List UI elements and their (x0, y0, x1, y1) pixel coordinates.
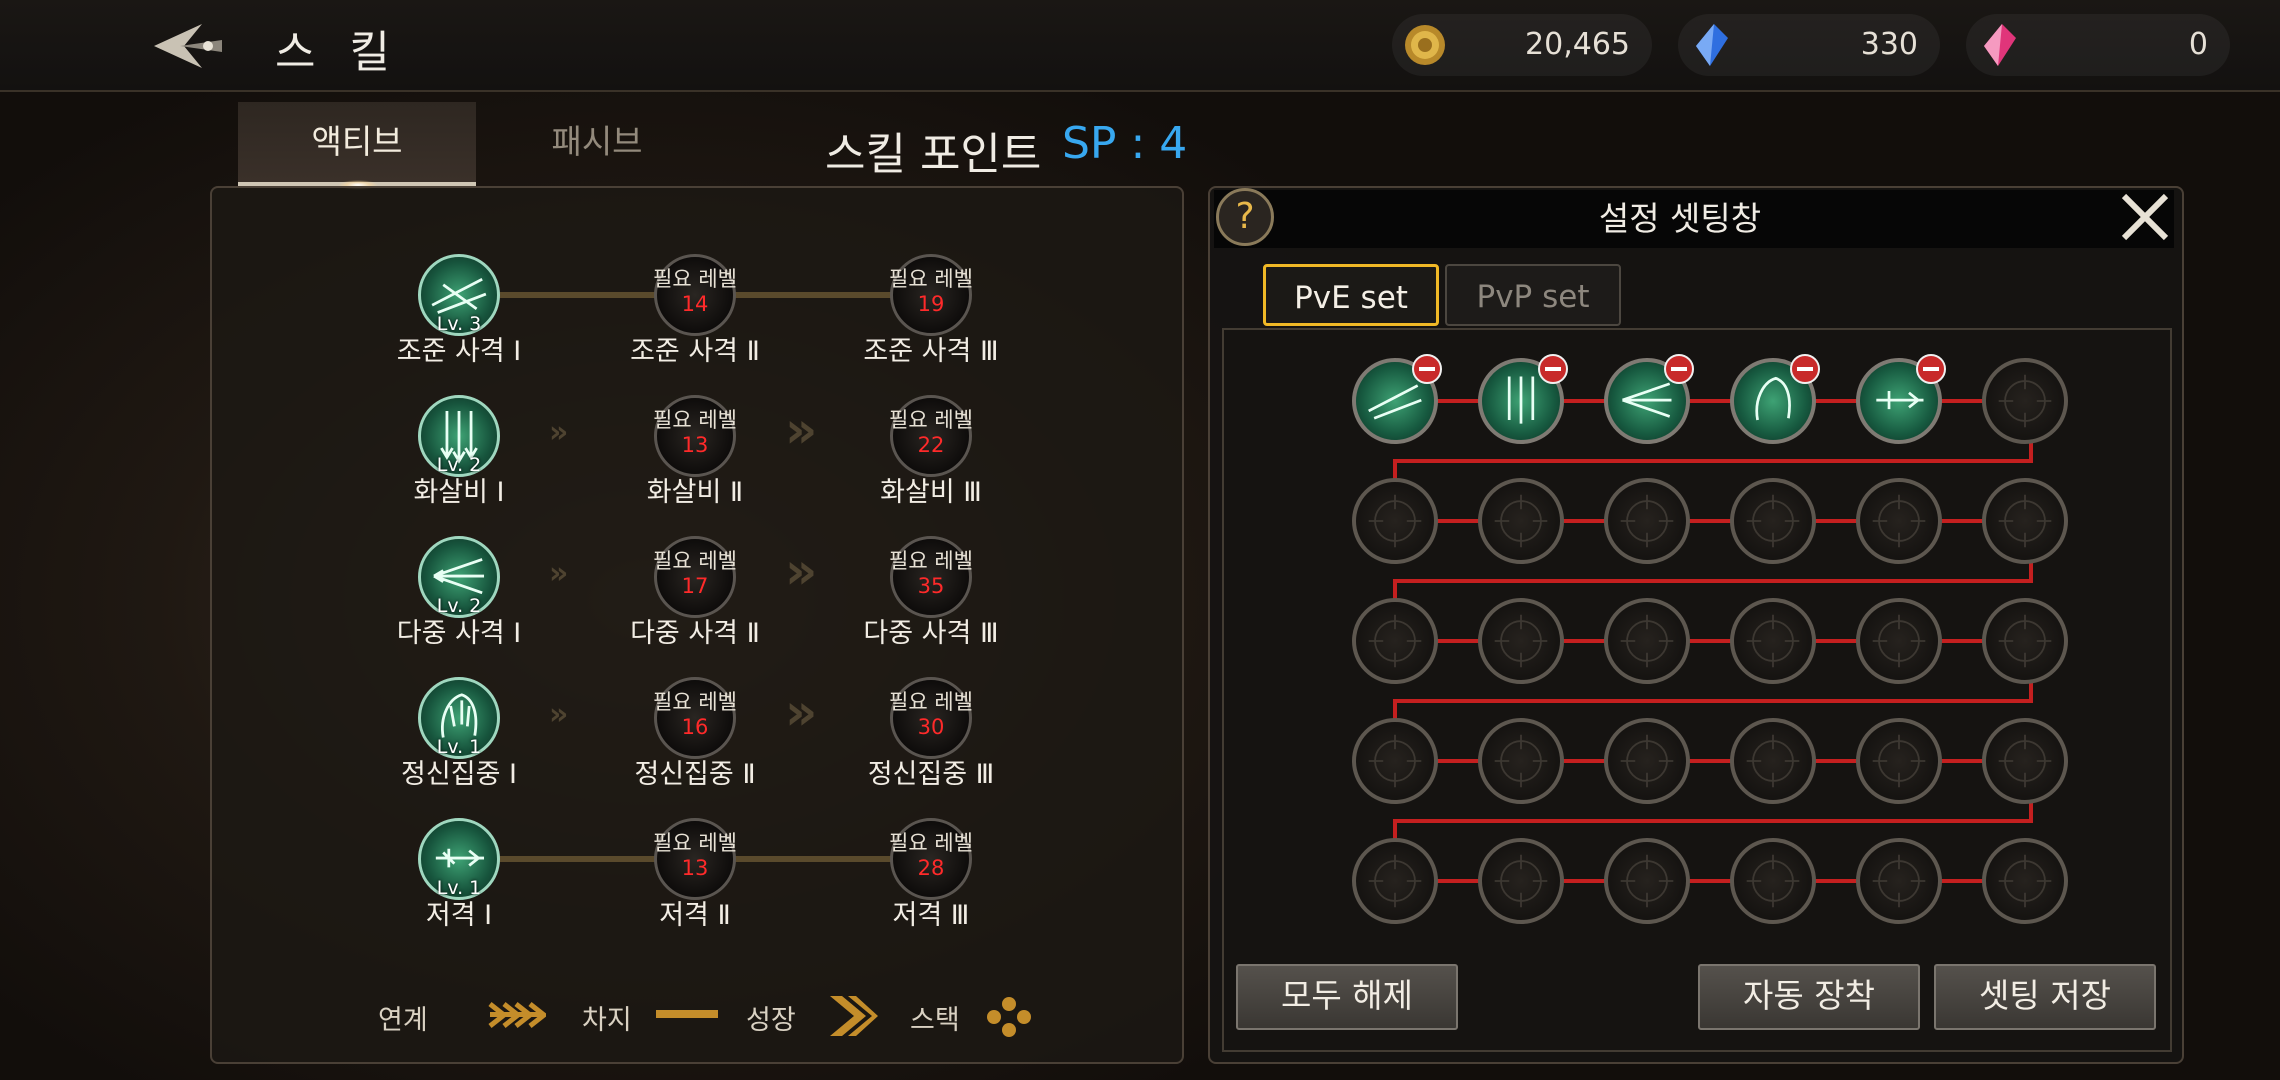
skill-slot-empty[interactable] (1478, 598, 1564, 684)
skill-slot-empty[interactable] (1604, 838, 1690, 924)
slot-connectors (1393, 399, 2033, 883)
skill-slot-equipped[interactable] (1604, 354, 1694, 444)
skill-slot-empty[interactable] (1352, 598, 1438, 684)
skill-slot-empty[interactable] (1478, 478, 1564, 564)
auto-equip-button[interactable]: 자동 장착 (1698, 964, 1920, 1030)
skill-slot-empty[interactable] (1856, 478, 1942, 564)
skill-slot-empty[interactable] (1478, 718, 1564, 804)
empty-slot-icon (1746, 734, 1800, 788)
empty-slot-icon (1368, 494, 1422, 548)
empty-slot-icon (1494, 734, 1548, 788)
empty-slot-icon (1872, 854, 1926, 908)
save-setting-button[interactable]: 셋팅 저장 (1934, 964, 2156, 1030)
skill-slot-empty[interactable] (1856, 598, 1942, 684)
empty-slot-icon (1494, 854, 1548, 908)
skill-slot-empty[interactable] (1856, 718, 1942, 804)
empty-slot-icon (1998, 854, 2052, 908)
empty-slot-icon (1998, 494, 2052, 548)
remove-skill-icon[interactable] (1916, 354, 1946, 384)
skill-slot-empty[interactable] (1352, 478, 1438, 564)
skill-slot-empty[interactable] (1730, 478, 1816, 564)
empty-slot-icon (1620, 854, 1674, 908)
remove-skill-icon[interactable] (1790, 354, 1820, 384)
clear-all-button[interactable]: 모두 해제 (1236, 964, 1458, 1030)
empty-slot-icon (1746, 614, 1800, 668)
empty-slot-icon (1494, 614, 1548, 668)
empty-slot-icon (1620, 494, 1674, 548)
skill-slot-equipped[interactable] (1478, 354, 1568, 444)
skill-slot-empty[interactable] (1352, 718, 1438, 804)
skill-slot-empty[interactable] (1604, 718, 1690, 804)
skill-slot-equipped[interactable] (1856, 354, 1946, 444)
empty-slot-icon (1746, 854, 1800, 908)
empty-slot-icon (1368, 614, 1422, 668)
empty-slot-icon (1368, 854, 1422, 908)
skill-slot-empty[interactable] (1856, 838, 1942, 924)
empty-slot-icon (1872, 614, 1926, 668)
empty-slot-icon (1746, 494, 1800, 548)
empty-slot-icon (1998, 614, 2052, 668)
skill-slot-empty[interactable] (1982, 358, 2068, 444)
skill-slot-empty[interactable] (1352, 838, 1438, 924)
remove-skill-icon[interactable] (1664, 354, 1694, 384)
remove-skill-icon[interactable] (1412, 354, 1442, 384)
skill-slot-empty[interactable] (1730, 598, 1816, 684)
skill-slot-empty[interactable] (1604, 598, 1690, 684)
empty-slot-icon (1368, 734, 1422, 788)
skill-slot-empty[interactable] (1982, 598, 2068, 684)
skill-slot-empty[interactable] (1982, 478, 2068, 564)
skill-slot-empty[interactable] (1730, 838, 1816, 924)
empty-slot-icon (1998, 374, 2052, 428)
empty-slot-icon (1998, 734, 2052, 788)
empty-slot-icon (1620, 614, 1674, 668)
skill-slot-equipped[interactable] (1352, 354, 1442, 444)
skill-slot-empty[interactable] (1730, 718, 1816, 804)
remove-skill-icon[interactable] (1538, 354, 1568, 384)
empty-slot-icon (1872, 734, 1926, 788)
empty-slot-icon (1620, 734, 1674, 788)
skill-slot-empty[interactable] (1604, 478, 1690, 564)
skill-slot-empty[interactable] (1478, 838, 1564, 924)
skill-slot-empty[interactable] (1982, 718, 2068, 804)
skill-slot-empty[interactable] (1982, 838, 2068, 924)
empty-slot-icon (1872, 494, 1926, 548)
skill-slot-equipped[interactable] (1730, 354, 1820, 444)
empty-slot-icon (1494, 494, 1548, 548)
